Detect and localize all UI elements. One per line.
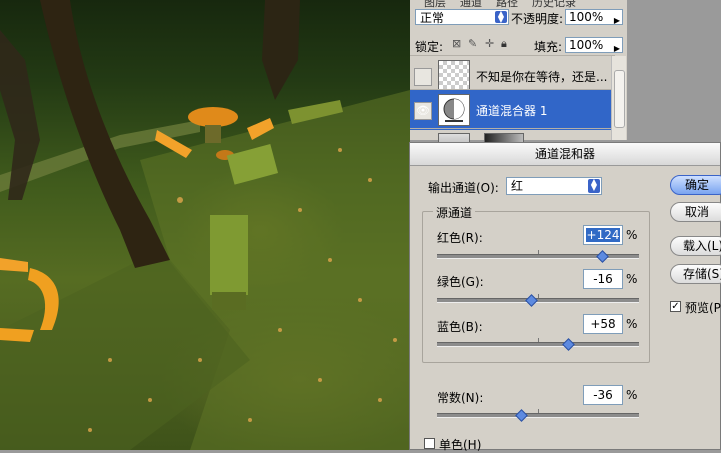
preview-checkbox[interactable]: ✓: [670, 301, 681, 312]
layers-panel: 图层 通道 路径 历史记录 正常 ▲ ▼ 不透明度: 100% ▶ 锁定: ⊠ ✎ ✛ …: [410, 0, 627, 165]
fill-value: 100%: [569, 38, 604, 52]
output-channel-label: 输出通道(O):: [428, 181, 499, 195]
green-value: -16: [593, 272, 613, 286]
slider-center-tick: [538, 294, 539, 298]
channel-mixer-dialog: 通道混和器 输出通道(O): 红 ▲ ▼ 源通道 红色(R): +124 % 绿色…: [409, 142, 721, 452]
green-value-input[interactable]: -16: [583, 269, 623, 289]
output-channel-value: 红: [511, 179, 524, 193]
ok-label: 确定: [685, 178, 710, 192]
adjustment-layer-icon: [438, 94, 470, 126]
output-channel-select[interactable]: 红 ▲ ▼: [506, 177, 602, 195]
save-label: 存储(S): [683, 267, 721, 281]
blend-mode-value: 正常: [420, 11, 445, 25]
blue-slider[interactable]: [437, 338, 639, 351]
red-channel-label: 红色(R):: [437, 231, 483, 245]
lock-all-icon[interactable]: 🔒︎: [501, 37, 507, 51]
triangle-right-icon: ▶: [613, 16, 620, 25]
save-button[interactable]: 存储(S): [670, 264, 721, 284]
lock-image-brush-icon[interactable]: ✎: [468, 37, 477, 50]
constant-label: 常数(N):: [437, 391, 484, 405]
lock-label: 锁定:: [415, 40, 444, 54]
load-button[interactable]: 载入(L): [670, 236, 721, 256]
constant-slider[interactable]: [437, 409, 639, 422]
layer-name: 通道混合器 1: [476, 104, 548, 118]
slider-center-tick: [538, 250, 539, 254]
red-value: +124: [585, 228, 621, 242]
channel-mixer-thumb: [443, 98, 465, 122]
blend-mode-select[interactable]: 正常 ▲ ▼: [415, 9, 509, 25]
panel-tabs: 图层 通道 路径 历史记录: [410, 0, 627, 9]
blue-channel-label: 蓝色(B):: [437, 320, 483, 334]
percent-sign: %: [626, 388, 638, 402]
layers-scrollbar[interactable]: [611, 56, 626, 140]
ok-button[interactable]: 确定: [670, 175, 721, 195]
dialog-title: 通道混和器: [410, 143, 720, 166]
blue-value: +58: [590, 317, 616, 331]
photo-scene: [0, 0, 410, 450]
photo-canvas[interactable]: [0, 0, 410, 450]
monochrome-label: 单色(H): [439, 438, 482, 452]
opacity-value: 100%: [569, 10, 604, 24]
blue-value-input[interactable]: +58: [583, 314, 623, 334]
layer-name: 不知是你在等待，还是...: [476, 70, 608, 84]
green-slider[interactable]: [437, 294, 639, 307]
percent-sign: %: [626, 228, 638, 242]
slider-center-tick: [538, 409, 539, 413]
constant-value-input[interactable]: -36: [583, 385, 623, 405]
checkmark-icon: ✓: [671, 301, 680, 312]
layer-row-active[interactable]: 👁︎ 通道混合器 1: [410, 89, 615, 130]
chevron-updown-icon: ▲ ▼: [495, 10, 507, 24]
eye-icon[interactable]: 👁︎: [414, 102, 432, 120]
source-channels-legend: 源通道: [433, 204, 476, 221]
lock-position-move-icon[interactable]: ✛: [485, 37, 494, 50]
chevron-updown-icon: ▲ ▼: [588, 178, 600, 193]
triangle-right-icon: ▶: [613, 44, 620, 53]
constant-slider-knob[interactable]: [514, 409, 528, 422]
layer-thumbnail: [438, 60, 470, 92]
red-value-input[interactable]: +124: [583, 225, 623, 245]
constant-value: -36: [593, 388, 613, 402]
lock-transparent-icon[interactable]: ⊠: [452, 37, 461, 50]
cancel-label: 取消: [685, 205, 710, 219]
opacity-input[interactable]: 100% ▶: [565, 9, 623, 25]
slider-center-tick: [538, 338, 539, 342]
load-label: 载入(L): [683, 239, 721, 253]
scrollbar-thumb[interactable]: [614, 70, 625, 128]
red-slider[interactable]: [437, 250, 639, 263]
percent-sign: %: [626, 317, 638, 331]
opacity-label: 不透明度:: [511, 12, 564, 26]
preview-label: 预览(P): [685, 301, 721, 315]
cancel-button[interactable]: 取消: [670, 202, 721, 222]
monochrome-checkbox[interactable]: [424, 438, 435, 449]
fill-input[interactable]: 100% ▶: [565, 37, 623, 53]
fill-label: 填充:: [534, 40, 563, 54]
green-channel-label: 绿色(G):: [437, 275, 484, 289]
percent-sign: %: [626, 272, 638, 286]
visibility-toggle[interactable]: [414, 68, 432, 86]
